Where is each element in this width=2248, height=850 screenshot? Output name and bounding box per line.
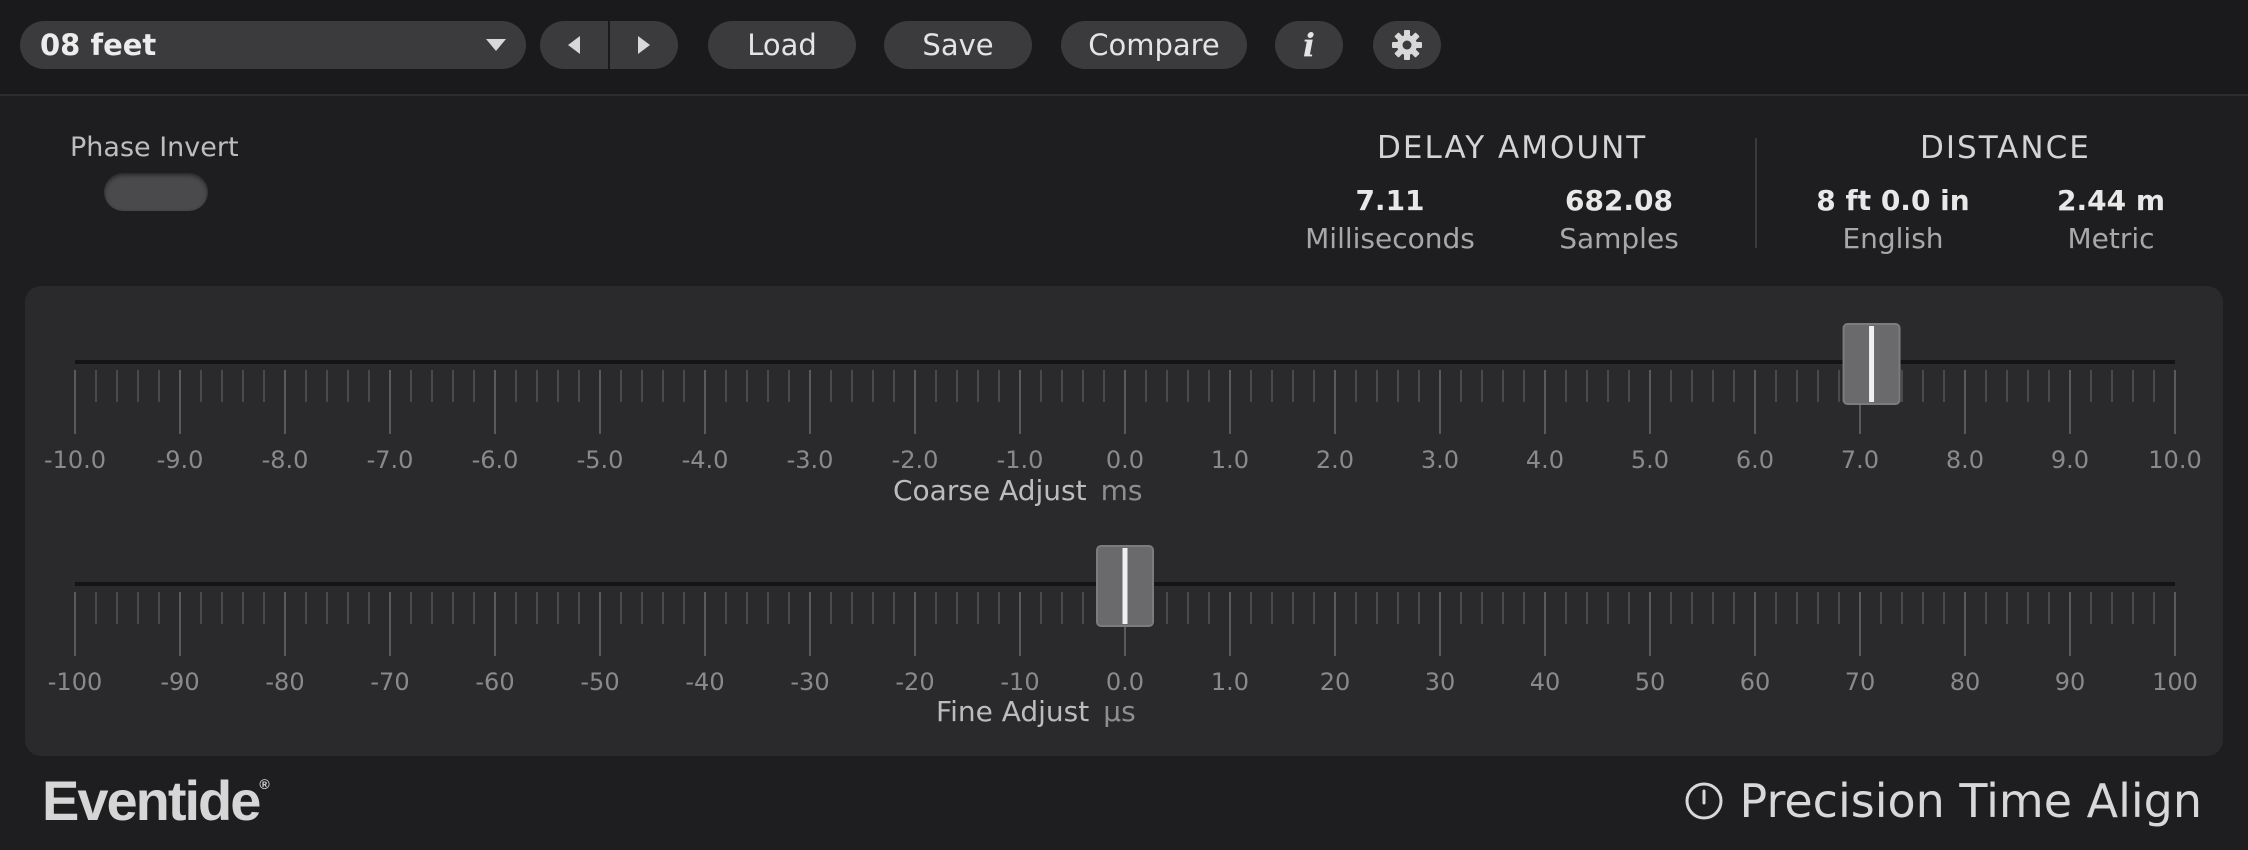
settings-button[interactable]: [1373, 21, 1441, 69]
compare-button[interactable]: Compare: [1061, 21, 1247, 69]
brand-name: Eventide: [42, 769, 261, 832]
fine-tick-label: 90: [2055, 668, 2086, 696]
fine-adjust-label: Fine Adjust: [936, 695, 1090, 728]
chevron-down-icon: [486, 39, 506, 51]
coarse-adjust-unit: ms: [1100, 474, 1143, 507]
delay-samples-value: 682.08: [1564, 184, 1674, 217]
fine-tick-label: -90: [160, 668, 199, 696]
coarse-tick-label: -2.0: [892, 446, 939, 474]
fine-tick-label: -80: [265, 668, 304, 696]
fine-tick-label: 60: [1740, 668, 1771, 696]
coarse-tick-label: -1.0: [997, 446, 1044, 474]
coarse-tick-label: -6.0: [472, 446, 519, 474]
coarse-slider-thumb[interactable]: [1842, 323, 1901, 405]
arrow-left-icon: [568, 36, 580, 54]
save-button[interactable]: Save: [884, 21, 1032, 69]
coarse-tick-label: 6.0: [1736, 446, 1774, 474]
distance-english-value: 8 ft 0.0 in: [1816, 184, 1970, 217]
fine-tick-label: 30: [1425, 668, 1456, 696]
delay-amount-title: DELAY AMOUNT: [1377, 130, 1648, 166]
coarse-tick-label: -5.0: [577, 446, 624, 474]
coarse-tick-label: -9.0: [157, 446, 204, 474]
delay-samples-unit: Samples: [1559, 222, 1679, 255]
preset-nav: [540, 21, 678, 69]
fine-tick-label: 100: [2152, 668, 2198, 696]
fine-adjust-title: Fine Adjust µs: [936, 695, 1136, 728]
coarse-tick-label: 7.0: [1841, 446, 1879, 474]
fine-tick-label: 80: [1950, 668, 1981, 696]
coarse-tick-label: 2.0: [1316, 446, 1354, 474]
arrow-right-icon: [638, 36, 650, 54]
coarse-tick-label: 8.0: [1946, 446, 1984, 474]
fine-tick-label: 50: [1635, 668, 1666, 696]
fine-tick-label: -100: [48, 668, 102, 696]
fine-tick-label: -30: [790, 668, 829, 696]
delay-ms-unit: Milliseconds: [1305, 222, 1475, 255]
coarse-adjust-title: Coarse Adjust ms: [893, 474, 1142, 507]
adjust-panel: -10.0 -9.0 -8.0 -7.0 -6.0 -5.0 -4.0 -3.0 -2.0 -1.…: [25, 286, 2223, 756]
distance-english-unit: English: [1842, 222, 1944, 255]
header-divider: [1755, 138, 1757, 248]
coarse-tick-label: -3.0: [787, 446, 834, 474]
fine-tick-label: -10: [1000, 668, 1039, 696]
coarse-tick-label: 5.0: [1631, 446, 1669, 474]
fine-tick-label: -50: [580, 668, 619, 696]
coarse-tick-label: 4.0: [1526, 446, 1564, 474]
fine-thumb-indicator: [1122, 548, 1128, 624]
phase-invert-label: Phase Invert: [70, 132, 239, 163]
fine-adjust-unit: µs: [1103, 695, 1136, 728]
fine-tick-label: 70: [1845, 668, 1876, 696]
adjust-sliders-canvas: -10.0 -9.0 -8.0 -7.0 -6.0 -5.0 -4.0 -3.0 -2.0 -1.…: [44, 323, 2202, 696]
fine-tick-label: -70: [370, 668, 409, 696]
preset-dropdown[interactable]: 08 feet: [20, 21, 526, 69]
product-title: Precision Time Align: [1684, 774, 2202, 828]
fine-tick-label: -40: [685, 668, 724, 696]
fine-tick-label: -60: [475, 668, 514, 696]
coarse-tick-label: -8.0: [262, 446, 309, 474]
fine-tick-label: 1.0: [1211, 668, 1249, 696]
coarse-thumb-indicator: [1869, 326, 1875, 402]
gear-icon: [1392, 30, 1422, 60]
previous-preset-button[interactable]: [540, 21, 608, 69]
fine-tick-label: -20: [895, 668, 934, 696]
eventide-logo: Eventide®: [42, 768, 270, 833]
info-icon: i: [1302, 26, 1316, 64]
delay-ms-value: 7.11: [1355, 184, 1425, 217]
fine-slider-thumb[interactable]: [1096, 545, 1154, 627]
registered-mark: ®: [259, 776, 270, 792]
coarse-tick-label: 10.0: [2148, 446, 2201, 474]
toolbar: 08 feet Load Save Compare i: [0, 0, 2248, 96]
product-name: Precision Time Align: [1739, 774, 2202, 828]
load-button[interactable]: Load: [708, 21, 856, 69]
phase-invert-toggle[interactable]: [104, 173, 208, 211]
power-icon[interactable]: [1684, 781, 1724, 821]
fine-tick-label: 0.0: [1106, 668, 1144, 696]
preset-name: 08 feet: [40, 28, 157, 62]
coarse-tick-label: 0.0: [1106, 446, 1144, 474]
coarse-tick-label: -7.0: [367, 446, 414, 474]
coarse-tick-label: 1.0: [1211, 446, 1249, 474]
distance-title: DISTANCE: [1920, 130, 2091, 166]
next-preset-button[interactable]: [610, 21, 678, 69]
fine-tick-label: 20: [1320, 668, 1351, 696]
fine-tick-label: 40: [1530, 668, 1561, 696]
coarse-adjust-label: Coarse Adjust: [893, 474, 1087, 507]
coarse-tick-label: -4.0: [682, 446, 729, 474]
info-button[interactable]: i: [1275, 21, 1343, 69]
distance-metric-unit: Metric: [2067, 222, 2155, 255]
coarse-tick-label: 3.0: [1421, 446, 1459, 474]
coarse-tick-label: 9.0: [2051, 446, 2089, 474]
coarse-tick-label: -10.0: [44, 446, 106, 474]
distance-metric-value: 2.44 m: [2056, 184, 2165, 217]
